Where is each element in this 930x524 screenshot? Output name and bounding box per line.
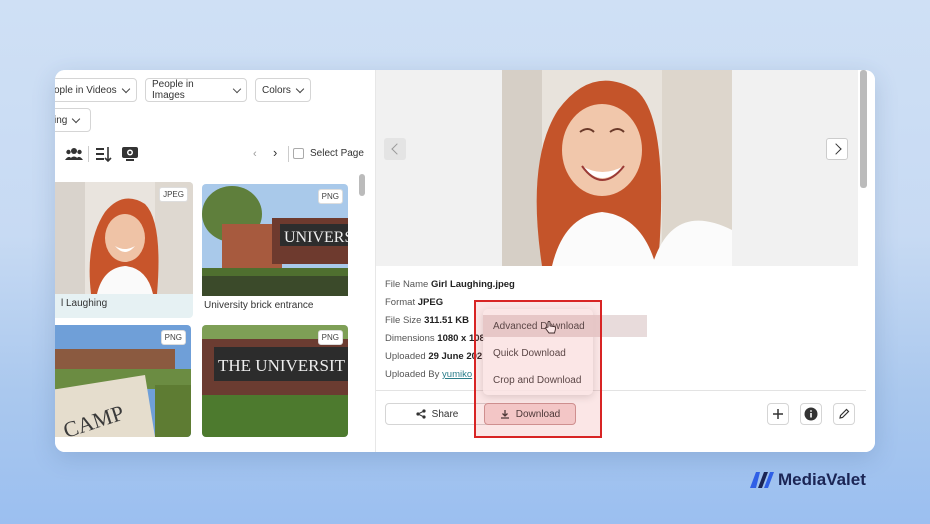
filter-label: Colors xyxy=(262,84,291,96)
share-icon xyxy=(416,409,426,419)
scrollbar[interactable] xyxy=(860,70,867,188)
sign-text: THE UNIVERSIT xyxy=(218,356,346,375)
meta-label: File Name xyxy=(385,279,429,290)
asset-thumbnail: JPEG xyxy=(55,182,193,294)
asset-name: University brick entrance xyxy=(204,300,314,311)
sign-text: UNIVERSIT xyxy=(284,229,348,246)
format-badge: PNG xyxy=(317,189,343,204)
select-page-checkbox[interactable] xyxy=(293,148,304,159)
scrollbar[interactable] xyxy=(359,174,365,196)
preview-toggle-icon[interactable] xyxy=(121,146,139,162)
asset-preview xyxy=(376,70,858,266)
asset-thumbnail: CAMP PNG xyxy=(55,325,191,437)
chevron-down-icon xyxy=(295,84,305,93)
prev-asset-button[interactable] xyxy=(384,138,406,160)
add-button[interactable] xyxy=(767,403,789,425)
asset-card[interactable]: UNIVERSIT PNG University brick entrance xyxy=(202,184,348,318)
brand-logo: MediaValet xyxy=(750,470,866,490)
meta-value: 311.51 KB xyxy=(424,315,469,326)
preview-image xyxy=(502,70,732,266)
meta-label: Dimensions xyxy=(385,333,435,344)
chevron-down-icon xyxy=(121,84,130,93)
format-badge: PNG xyxy=(317,330,343,345)
asset-thumbnail: THE UNIVERSIT PNG xyxy=(202,325,348,437)
prev-page-icon[interactable]: ‹ xyxy=(253,148,257,160)
highlight-box xyxy=(474,300,602,438)
filter-sorting[interactable]: ing xyxy=(55,108,91,132)
info-button[interactable] xyxy=(800,403,822,425)
pencil-icon xyxy=(839,408,850,419)
brand-name: MediaValet xyxy=(778,470,866,489)
filter-people-in-videos[interactable]: ople in Videos xyxy=(55,78,137,102)
meta-file-name: File Name Girl Laughing.jpeg xyxy=(385,276,515,294)
app-window: ople in Videos People in Images Colors i… xyxy=(55,70,875,452)
asset-card[interactable]: JPEG l Laughing xyxy=(55,182,193,318)
format-badge: PNG xyxy=(160,330,186,345)
filter-label: ing xyxy=(55,114,68,126)
chevron-right-icon xyxy=(829,143,842,155)
meta-value: JPEG xyxy=(417,297,444,308)
select-page[interactable]: Select Page xyxy=(293,148,364,159)
filter-people-in-images[interactable]: People in Images xyxy=(145,78,247,102)
meta-value: Girl Laughing.jpeg xyxy=(430,279,515,290)
meta-label: File Size xyxy=(385,315,422,326)
info-icon xyxy=(804,407,818,421)
plus-icon xyxy=(773,409,783,419)
next-asset-button[interactable] xyxy=(826,138,848,160)
toolbar-divider xyxy=(288,146,289,162)
select-page-label: Select Page xyxy=(310,148,364,159)
filter-label: People in Images xyxy=(152,79,194,101)
asset-card[interactable]: THE UNIVERSIT PNG xyxy=(202,325,348,437)
asset-card[interactable]: CAMP PNG xyxy=(55,325,191,437)
chevron-down-icon xyxy=(232,84,242,93)
next-page-icon[interactable]: › xyxy=(273,145,277,160)
filter-label: ople in Videos xyxy=(55,84,117,96)
meta-label: Uploaded By xyxy=(385,369,440,380)
sort-icon[interactable] xyxy=(95,146,113,162)
uploader-link[interactable]: yumiko xyxy=(442,369,472,380)
asset-name: l Laughing xyxy=(61,298,108,309)
share-label: Share xyxy=(431,408,459,420)
people-icon[interactable] xyxy=(65,146,83,162)
chevron-down-icon xyxy=(72,114,81,123)
meta-label: Format xyxy=(385,297,416,308)
meta-label: Uploaded xyxy=(385,351,426,362)
asset-thumbnail: UNIVERSIT PNG xyxy=(202,184,348,296)
format-badge: JPEG xyxy=(159,187,188,202)
mediavalet-logo-icon xyxy=(750,472,774,488)
filter-colors[interactable]: Colors xyxy=(255,78,311,102)
asset-detail-panel: File Name Girl Laughing.jpeg Format JPEG… xyxy=(375,70,875,452)
edit-button[interactable] xyxy=(833,403,855,425)
toolbar-divider xyxy=(88,146,89,162)
chevron-left-icon xyxy=(390,143,403,155)
asset-browser: ople in Videos People in Images Colors i… xyxy=(55,70,375,452)
